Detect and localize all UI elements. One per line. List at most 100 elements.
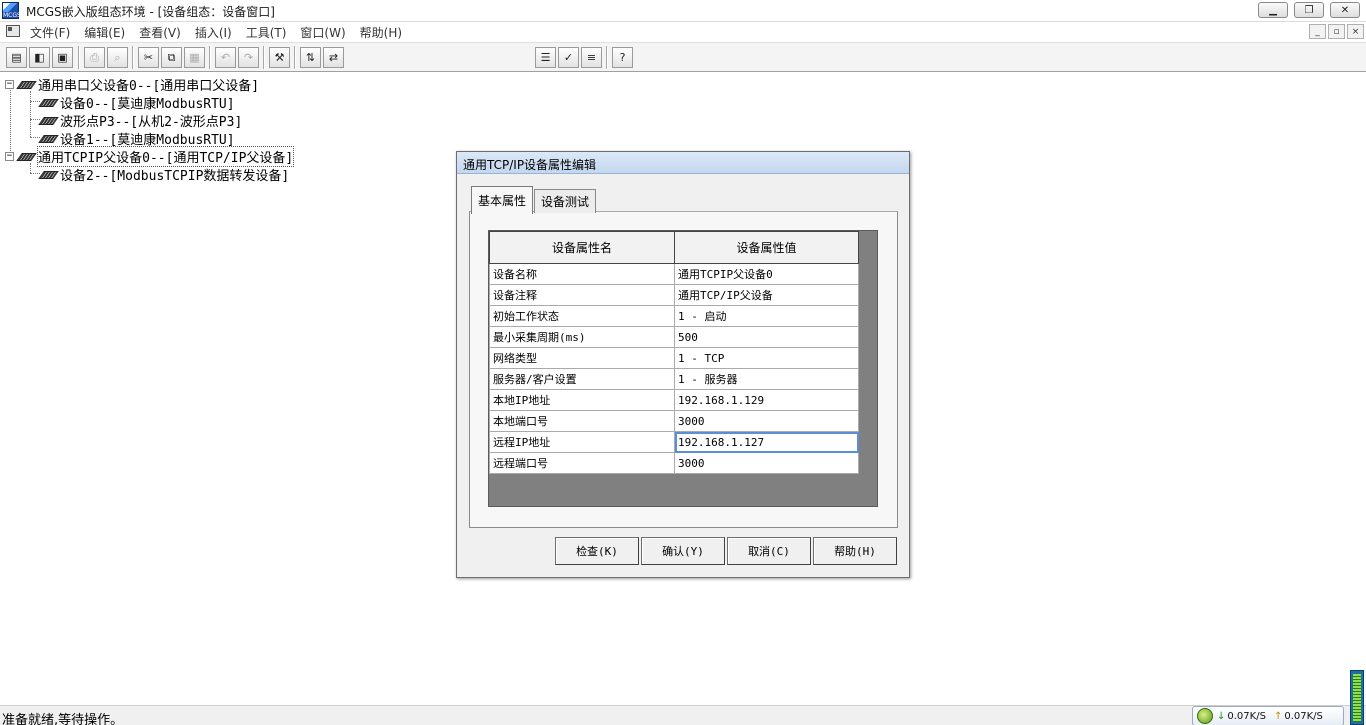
table-row[interactable]: 本地端口号 3000 <box>489 410 859 432</box>
property-value[interactable]: 1 - 服务器 <box>674 368 859 390</box>
app-icon: MCGS <box>2 2 21 19</box>
cancel-button[interactable]: 取消(C) <box>727 537 811 565</box>
confirm-button[interactable]: 确认(Y) <box>641 537 725 565</box>
property-value[interactable]: 192.168.1.129 <box>674 389 859 411</box>
collapse-icon[interactable]: − <box>5 151 14 161</box>
tree-connector <box>30 137 40 138</box>
toolbar-separator <box>209 46 211 69</box>
menu-file[interactable]: 文件(F) <box>30 24 70 41</box>
tcpip-properties-dialog: 通用TCP/IP设备属性编辑 设备属性名 设备属性值 设备名称 通用TCPIP父设… <box>456 151 910 578</box>
document-icon[interactable] <box>6 25 20 37</box>
table-header: 设备属性名 设备属性值 <box>489 231 859 264</box>
check-icon[interactable]: ✓ <box>558 47 579 68</box>
help-icon[interactable]: ? <box>612 47 633 68</box>
toolbar-separator <box>263 46 265 69</box>
device-icon <box>18 79 34 89</box>
tree-connector <box>30 119 40 120</box>
check-button[interactable]: 检查(K) <box>555 537 639 565</box>
level-meter-fill <box>1353 674 1361 722</box>
property-name: 设备注释 <box>489 284 675 306</box>
tree-node-label: 通用串口父设备0--[通用串口父设备] <box>38 78 260 94</box>
upload-arrow-icon: ↑ 0.07K/S <box>1273 710 1323 722</box>
toolbar-separator <box>78 46 80 69</box>
network-speed-widget[interactable]: ↓ 0.07K/S ↑ 0.07K/S <box>1192 706 1344 725</box>
property-name: 本地端口号 <box>489 410 675 432</box>
print-icon[interactable]: ⎙ <box>84 47 105 68</box>
dialog-tabs: 基本属性 设备测试 <box>471 185 597 214</box>
tab-device-test[interactable]: 设备测试 <box>534 189 597 213</box>
status-bar: 准备就绪,等待操作。 ↓ 0.07K/S ↑ 0.07K/S <box>0 705 1366 725</box>
tree-node-label: 通用TCPIP父设备0--[通用TCP/IP父设备] <box>36 145 295 167</box>
property-value[interactable]: 3000 <box>674 410 859 432</box>
tree-node-label: 波形点P3--[从机2-波形点P3] <box>60 114 243 130</box>
upload-speed: 0.07K/S <box>1284 710 1323 722</box>
menu-tools[interactable]: 工具(T) <box>246 24 287 41</box>
property-value[interactable]: 500 <box>674 326 859 348</box>
window-icon[interactable]: ▤ <box>6 47 27 68</box>
device-config-icon[interactable]: ⇅ <box>300 47 321 68</box>
property-name: 服务器/客户设置 <box>489 368 675 390</box>
property-value[interactable]: 通用TCPIP父设备0 <box>674 263 859 285</box>
table-row[interactable]: 服务器/客户设置 1 - 服务器 <box>489 368 859 390</box>
table-row[interactable]: 初始工作状态 1 - 启动 <box>489 305 859 327</box>
close-button[interactable]: ✕ <box>1330 2 1360 18</box>
cut-icon[interactable]: ✂ <box>138 47 159 68</box>
tree-node-device2[interactable]: 设备2--[ModbusTCPIP数据转发设备] <box>40 165 289 184</box>
maximize-button[interactable]: ❐ <box>1294 2 1324 18</box>
paste-icon[interactable]: ▦ <box>184 47 205 68</box>
menu-edit[interactable]: 编辑(E) <box>84 24 125 41</box>
menu-help[interactable]: 帮助(H) <box>360 24 402 41</box>
tab-basic-properties[interactable]: 基本属性 <box>471 186 534 214</box>
tree-connector <box>30 91 31 137</box>
network-monitor-icon <box>1197 708 1213 724</box>
tree-node-serial-parent[interactable]: − 通用串口父设备0--[通用串口父设备] <box>5 75 260 94</box>
mdi-minimize-button[interactable]: _ <box>1309 24 1326 39</box>
tools-icon[interactable]: ⚒ <box>269 47 290 68</box>
collapse-icon[interactable]: − <box>5 79 14 89</box>
property-name: 远程端口号 <box>489 452 675 474</box>
tree-node-device0[interactable]: 设备0--[莫迪康ModbusRTU] <box>40 93 235 112</box>
property-table: 设备属性名 设备属性值 设备名称 通用TCPIP父设备0 设备注释 通用TCP/IP… <box>489 231 859 474</box>
property-value[interactable]: 3000 <box>674 452 859 474</box>
list-icon[interactable]: ≡ <box>581 47 602 68</box>
minimize-button[interactable]: ▁ <box>1258 2 1288 18</box>
property-name: 设备名称 <box>489 263 675 285</box>
save-icon[interactable]: ▣ <box>52 47 73 68</box>
undo-icon[interactable]: ↶ <box>215 47 236 68</box>
menu-insert[interactable]: 插入(I) <box>195 24 232 41</box>
toolbar-separator <box>606 46 608 69</box>
print-preview-icon[interactable]: ⌕ <box>107 47 128 68</box>
toolbar-separator <box>294 46 296 69</box>
mdi-restore-button[interactable]: ▫ <box>1328 24 1345 39</box>
menu-view[interactable]: 查看(V) <box>139 24 181 41</box>
table-row[interactable]: 远程IP地址 192.168.1.127 <box>489 431 859 453</box>
device-window-icon[interactable]: ⇄ <box>323 47 344 68</box>
basic-properties-panel: 设备属性名 设备属性值 设备名称 通用TCPIP父设备0 设备注释 通用TCP/IP… <box>469 211 898 528</box>
redo-icon[interactable]: ↷ <box>238 47 259 68</box>
help-button[interactable]: 帮助(H) <box>813 537 897 565</box>
open-icon[interactable]: ◧ <box>29 47 50 68</box>
table-row[interactable]: 网络类型 1 - TCP <box>489 347 859 369</box>
table-row[interactable]: 本地IP地址 192.168.1.129 <box>489 389 859 411</box>
dialog-title: 通用TCP/IP设备属性编辑 <box>457 152 909 174</box>
toolbar-separator <box>132 46 134 69</box>
download-arrow-icon: ↓ 0.07K/S <box>1217 710 1266 722</box>
table-row[interactable]: 远程端口号 3000 <box>489 452 859 474</box>
property-value-editor[interactable]: 192.168.1.127 <box>674 431 859 453</box>
tree-node-device1[interactable]: 设备1--[莫迪康ModbusRTU] <box>40 129 235 148</box>
property-value[interactable]: 1 - TCP <box>674 347 859 369</box>
tree-node-waveform-p3[interactable]: 波形点P3--[从机2-波形点P3] <box>40 111 243 130</box>
table-row[interactable]: 最小采集周期(ms) 500 <box>489 326 859 348</box>
copy-icon[interactable]: ⧉ <box>161 47 182 68</box>
menu-window[interactable]: 窗口(W) <box>300 24 345 41</box>
download-speed: 0.07K/S <box>1227 710 1266 722</box>
property-value[interactable]: 1 - 启动 <box>674 305 859 327</box>
properties-icon[interactable]: ☰ <box>535 47 556 68</box>
property-value[interactable]: 通用TCP/IP父设备 <box>674 284 859 306</box>
mdi-close-button[interactable]: × <box>1347 24 1364 39</box>
dialog-buttons: 检查(K) 确认(Y) 取消(C) 帮助(H) <box>555 537 897 565</box>
table-row[interactable]: 设备注释 通用TCP/IP父设备 <box>489 284 859 306</box>
property-name: 初始工作状态 <box>489 305 675 327</box>
tree-node-tcpip-parent[interactable]: − 通用TCPIP父设备0--[通用TCP/IP父设备] <box>5 145 295 167</box>
table-row[interactable]: 设备名称 通用TCPIP父设备0 <box>489 263 859 285</box>
